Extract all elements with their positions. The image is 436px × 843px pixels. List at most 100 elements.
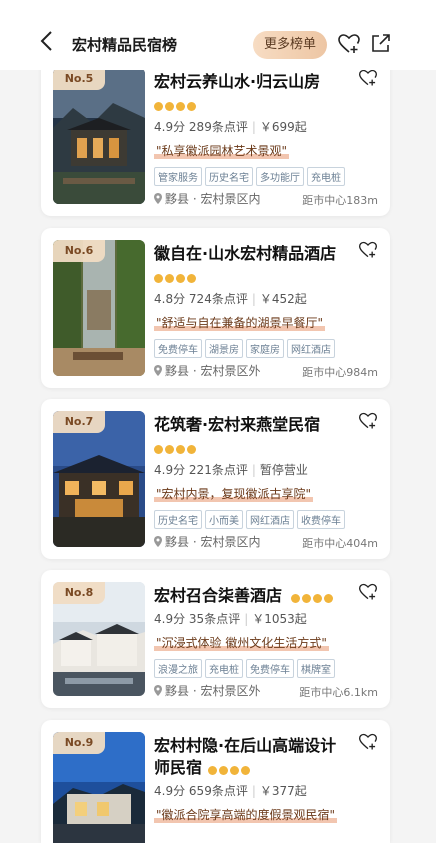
location: 黟县 · 宏村景区内 [154,190,260,207]
hotel-photo[interactable]: No.7 [53,411,145,547]
location-pin-icon [154,193,162,204]
location: 黟县 · 宏村景区外 [154,682,260,699]
favorite-heart-icon[interactable] [358,68,378,88]
area: 宏村景区内 [200,192,261,206]
tag: 历史名宅 [154,510,202,529]
distance: 距市中心984m [302,366,378,379]
tag-list: 历史名宅 小而美 网红酒店 收费停车 [154,509,348,529]
tag: 湖景房 [205,339,243,358]
highlight-quote: "舒适与自在兼备的湖景早餐厅" [154,314,326,331]
review-count: 659条点评 [188,784,248,798]
rating-score: 4.9分 [154,463,186,477]
county: 黟县 [165,364,190,378]
hotel-photo[interactable]: No.9 [53,732,145,843]
tag: 家庭房 [246,339,284,358]
review-count: 724条点评 [188,292,248,306]
location-pin-icon [154,685,162,696]
rank-badge: No.7 [53,411,105,433]
highlight-quote: "徽派合院享高端的度假景观民宿" [154,806,338,823]
location-pin-icon [154,536,162,547]
tag: 浪漫之旅 [154,659,202,678]
heart-plus-icon[interactable] [337,32,361,56]
hotel-name-line2[interactable]: 师民宿 [154,754,202,778]
tag: 管家服务 [154,167,202,186]
tag: 网红酒店 [246,510,294,529]
hotel-card[interactable]: No.7 花筑奢·宏村来燕堂民宿 4.9分 221条点评 | 暂停营业 "宏村内景，… [41,399,390,559]
hotel-stats: 4.9分 659条点评 | ￥377起 [154,784,307,798]
rank-badge: No.6 [53,240,105,262]
star-rating [154,268,198,287]
hotel-name[interactable]: 花筑奢·宏村来燕堂民宿 [154,411,320,435]
review-count: 35条点评 [188,612,241,626]
star-rating [291,588,335,607]
share-icon[interactable] [370,32,392,54]
county: 黟县 [165,192,190,206]
hotel-stats: 4.8分 724条点评 | ￥452起 [154,292,307,306]
tag: 棋牌室 [297,659,335,678]
county: 黟县 [165,535,190,549]
hotel-name[interactable]: 宏村召合柒善酒店 [154,582,282,606]
star-rating [208,760,252,779]
distance: 距市中心404m [302,537,378,550]
tag: 历史名宅 [205,167,253,186]
hotel-photo[interactable]: No.5 [53,68,145,204]
highlight-quote: "私享徽派园林艺术景观" [154,142,290,159]
tag: 收费停车 [297,510,345,529]
rating-score: 4.8分 [154,292,186,306]
location: 黟县 · 宏村景区外 [154,362,260,379]
hotel-name[interactable]: 徽自在·山水宏村精品酒店 [154,240,336,264]
more-rankings-button[interactable]: 更多榜单 [253,31,327,59]
distance: 距市中心6.1km [299,686,378,699]
hotel-stats: 4.9分 35条点评 | ￥1053起 [154,612,307,626]
tag: 小而美 [205,510,243,529]
price: ￥452起 [259,292,307,306]
favorite-heart-icon[interactable] [358,582,378,602]
location-pin-icon [154,365,162,376]
favorite-heart-icon[interactable] [358,411,378,431]
hotel-stats: 4.9分 221条点评 | 暂停营业 [154,463,308,477]
star-rating [154,96,198,115]
page-title: 宏村精品民宿榜 [72,36,178,54]
tag-list: 免费停车 湖景房 家庭房 网红酒店 [154,338,338,358]
star-rating [154,439,198,458]
area: 宏村景区内 [200,535,261,549]
county: 黟县 [165,684,190,698]
area: 宏村景区外 [200,684,261,698]
rank-badge: No.9 [53,732,105,754]
favorite-heart-icon[interactable] [358,240,378,260]
distance: 距市中心183m [302,194,378,207]
price: ￥699起 [259,120,307,134]
price: ￥377起 [259,784,307,798]
hotel-photo[interactable]: No.8 [53,582,145,696]
highlight-quote: "宏村内景，复现徽派古享院" [154,485,314,502]
location: 黟县 · 宏村景区内 [154,533,260,550]
chevron-left-icon[interactable] [38,30,56,52]
review-count: 289条点评 [188,120,248,134]
tag: 多功能厅 [256,167,304,186]
hotel-card[interactable]: No.6 徽自在·山水宏村精品酒店 4.8分 724条点评 | ￥452起 "舒适与… [41,228,390,388]
hotel-photo[interactable]: No.6 [53,240,145,376]
review-count: 221条点评 [188,463,248,477]
rating-score: 4.9分 [154,120,186,134]
price: 暂停营业 [259,463,308,477]
tag: 网红酒店 [287,339,335,358]
hotel-card[interactable]: No.9 宏村村隐·在后山高端设计 师民宿 4.9分 659条点评 | ￥377起 … [41,720,390,843]
rating-score: 4.9分 [154,784,186,798]
price: ￥1053起 [252,612,307,626]
hotel-card[interactable]: No.5 宏村云养山水·归云山房 4.9分 289条点评 | ￥699起 "私享徽派… [41,56,390,216]
rating-score: 4.9分 [154,612,186,626]
hotel-stats: 4.9分 289条点评 | ￥699起 [154,120,307,134]
hotel-name[interactable]: 宏村云养山水·归云山房 [154,68,320,92]
tag-list: 管家服务 历史名宅 多功能厅 充电桩 [154,166,348,186]
tag: 免费停车 [246,659,294,678]
area: 宏村景区外 [200,364,261,378]
highlight-quote: "沉浸式体验 徽州文化生活方式" [154,634,329,651]
rank-badge: No.5 [53,68,105,90]
tag: 充电桩 [205,659,243,678]
hotel-card[interactable]: No.8 宏村召合柒善酒店 4.9分 35条点评 | ￥1053起 "沉浸式体验 徽… [41,570,390,708]
tag: 充电桩 [307,167,345,186]
rank-badge: No.8 [53,582,105,604]
tag-list: 浪漫之旅 充电桩 免费停车 棋牌室 [154,658,338,678]
favorite-heart-icon[interactable] [358,732,378,752]
hotel-name[interactable]: 宏村村隐·在后山高端设计 [154,732,336,756]
